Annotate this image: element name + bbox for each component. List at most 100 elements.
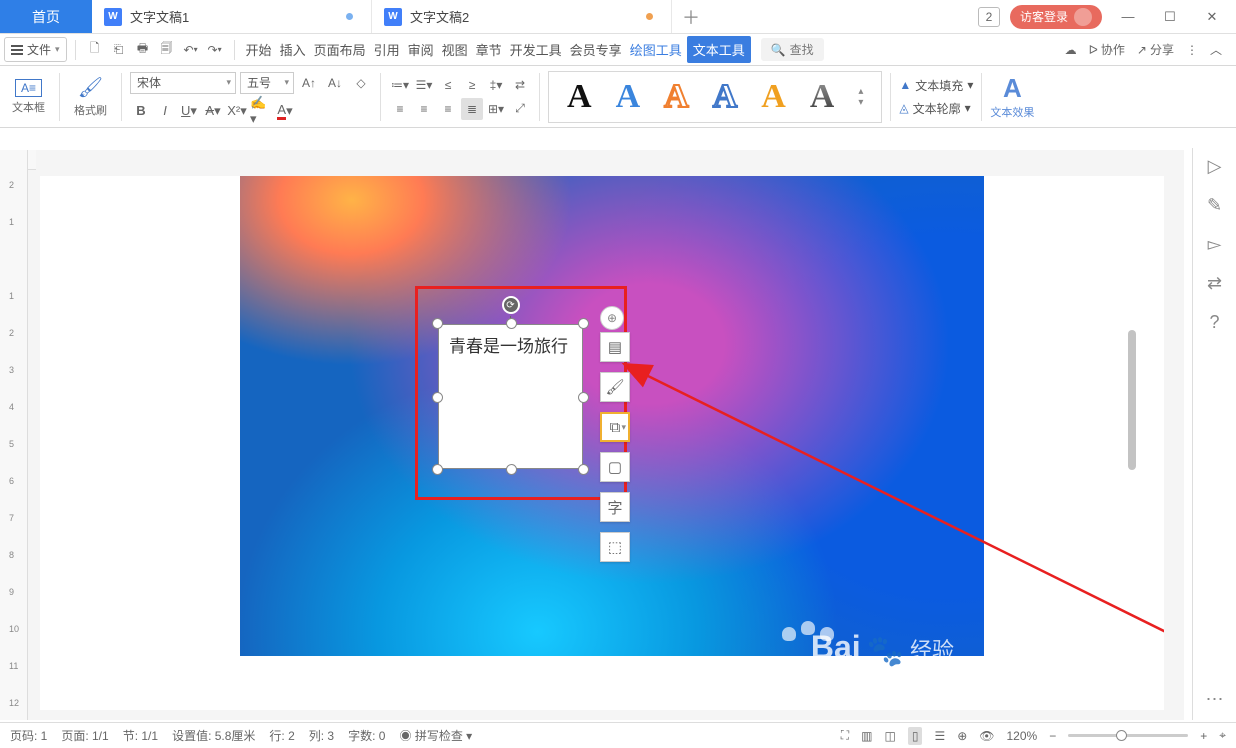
fit-button[interactable]: ⌖ — [1219, 728, 1226, 743]
view-read-button[interactable]: ▯ — [908, 727, 923, 745]
bullets-button[interactable]: ≔▾ — [389, 74, 411, 96]
copy-button[interactable]: 🗐 — [156, 39, 178, 61]
file-menu[interactable]: 文件 ▾ — [4, 37, 67, 62]
menu-draw-tools[interactable]: 绘图工具 — [627, 36, 685, 63]
fill-color-button[interactable]: 🖌 — [600, 372, 630, 402]
menu-vip[interactable]: 会员专享 — [567, 36, 625, 63]
scrollbar-thumb[interactable] — [1128, 330, 1136, 470]
status-row[interactable]: 行: 2 — [269, 727, 294, 744]
textbox-content[interactable]: 青春是一场旅行 — [438, 324, 583, 469]
resize-handle-w[interactable] — [432, 392, 443, 403]
save-button[interactable]: 🗋 — [84, 39, 106, 61]
outline-button[interactable]: ▢ — [600, 452, 630, 482]
view-web-button[interactable]: ☰ — [934, 729, 945, 743]
distribute-button[interactable]: ⊞▾ — [485, 98, 507, 120]
line-spacing-button[interactable]: ‡▾ — [485, 74, 507, 96]
align-center-button[interactable]: ≡ — [413, 98, 435, 120]
guest-login-button[interactable]: 访客登录 — [1010, 5, 1102, 29]
print-preview-button[interactable]: ⎗ — [108, 39, 130, 61]
text-direction-button[interactable]: ⇄ — [509, 74, 531, 96]
resize-handle-s[interactable] — [506, 464, 517, 475]
menu-section[interactable]: 章节 — [473, 36, 505, 63]
status-chars[interactable]: 字数: 0 — [348, 727, 385, 744]
zoom-value[interactable]: 120% — [1007, 729, 1038, 743]
status-section[interactable]: 节: 1/1 — [123, 727, 158, 744]
status-setval[interactable]: 设置值: 5.8厘米 — [172, 727, 255, 744]
rotate-handle[interactable]: ⟳ — [502, 296, 520, 314]
increase-font-button[interactable]: A↑ — [298, 72, 320, 94]
superscript-button[interactable]: X²▾ — [226, 100, 248, 122]
status-page-no[interactable]: 页码: 1 — [10, 727, 47, 744]
zoom-thumb[interactable] — [1116, 730, 1127, 741]
view-print-button[interactable]: ▥ — [861, 729, 872, 743]
wordart-style-1[interactable]: A — [567, 78, 592, 116]
font-family-select[interactable]: 宋体 — [130, 72, 236, 94]
new-tab-button[interactable]: ＋ — [672, 0, 710, 33]
collapse-ribbon-button[interactable]: ︿ — [1210, 41, 1222, 58]
resize-handle-se[interactable] — [578, 464, 589, 475]
wrap-text-button[interactable]: ▤ — [600, 332, 630, 362]
search-box[interactable]: 🔍 查找 — [761, 38, 824, 61]
help-icon[interactable]: ? — [1209, 312, 1219, 333]
view-outline-button[interactable]: ◫ — [884, 729, 895, 743]
zoom-out-button[interactable]: − — [1049, 729, 1056, 743]
zoom-slider[interactable] — [1068, 734, 1188, 737]
clear-format-button[interactable]: ◇ — [350, 72, 372, 94]
align-left-button[interactable]: ≡ — [389, 98, 411, 120]
resize-handle-sw[interactable] — [432, 464, 443, 475]
menu-insert[interactable]: 插入 — [277, 36, 309, 63]
textbox-style-button[interactable]: ⬚ — [600, 532, 630, 562]
align-right-button[interactable]: ≡ — [437, 98, 459, 120]
print-button[interactable]: 🖶 — [132, 39, 154, 61]
menu-review[interactable]: 审阅 — [405, 36, 437, 63]
wordart-style-2[interactable]: A — [616, 78, 641, 116]
text-outline-button[interactable]: ◬ 文本轮廓 ▾ — [899, 100, 973, 117]
indent-dec-button[interactable]: ≤ — [437, 74, 459, 96]
menu-page-layout[interactable]: 页面布局 — [311, 36, 369, 63]
triangle-icon[interactable]: ▷ — [1208, 156, 1222, 177]
wordart-style-3[interactable]: A — [664, 78, 689, 116]
redo-button[interactable]: ↷▾ — [204, 39, 226, 61]
resize-handle-ne[interactable] — [578, 318, 589, 329]
cloud-button[interactable]: ☁ — [1065, 43, 1077, 57]
indent-inc-button[interactable]: ≥ — [461, 74, 483, 96]
resize-handle-nw[interactable] — [432, 318, 443, 329]
float-layout-button[interactable]: ⊕ — [600, 306, 624, 330]
collab-button[interactable]: ᐅ 协作 — [1089, 41, 1125, 58]
view-focus-button[interactable]: ⊕ — [957, 729, 967, 743]
share-button[interactable]: ↗ 分享 — [1137, 41, 1174, 58]
text-fill-button[interactable]: ▲ 文本填充 ▾ — [899, 77, 973, 94]
highlight-button[interactable]: ✍▾ — [250, 100, 272, 122]
font-size-select[interactable]: 五号 — [240, 72, 294, 94]
document-canvas[interactable]: ⟳ 青春是一场旅行 ⊕ ▤ 🖌 ⧉ ▢ 字 ⬚ — [40, 176, 1164, 710]
wordart-style-4[interactable]: A — [713, 78, 738, 116]
select-icon[interactable]: ▻ — [1208, 234, 1222, 255]
document-tab-2[interactable]: W 文字文稿2 — [372, 0, 672, 33]
wordart-gallery[interactable]: A A A A A A ▴▾ — [548, 71, 882, 123]
text-effects-button[interactable]: A 文本效果 — [990, 73, 1034, 120]
menu-text-tools[interactable]: 文本工具 — [687, 36, 751, 63]
font-style-button[interactable]: 字 — [600, 492, 630, 522]
menu-devtools[interactable]: 开发工具 — [507, 36, 565, 63]
notification-badge[interactable]: 2 — [978, 7, 1000, 27]
maximize-button[interactable]: ☐ — [1154, 6, 1186, 28]
fullscreen-button[interactable]: ⛶ — [841, 728, 849, 743]
underline-button[interactable]: U▾ — [178, 100, 200, 122]
resize-handle-n[interactable] — [506, 318, 517, 329]
more-icon[interactable]: ⋯ — [1206, 689, 1224, 710]
gallery-more-icon[interactable]: ▴▾ — [858, 86, 863, 108]
shape-fill-button[interactable]: ⧉ — [600, 412, 630, 442]
close-button[interactable]: ✕ — [1196, 6, 1228, 28]
wordart-style-6[interactable]: A — [810, 78, 835, 116]
menu-view[interactable]: 视图 — [439, 36, 471, 63]
font-color-button[interactable]: A▾ — [274, 100, 296, 122]
decrease-font-button[interactable]: A↓ — [324, 72, 346, 94]
format-brush-tool[interactable]: 🖌 格式刷 — [68, 68, 113, 126]
settings-icon[interactable]: ⇄ — [1207, 273, 1222, 294]
edit-icon[interactable]: ✎ — [1207, 195, 1222, 216]
paragraph-dialog-button[interactable]: ⤢ — [509, 98, 531, 120]
italic-button[interactable]: I — [154, 100, 176, 122]
textbox-tool[interactable]: A≡ 文本框 — [6, 68, 51, 126]
resize-handle-e[interactable] — [578, 392, 589, 403]
zoom-in-button[interactable]: + — [1200, 729, 1207, 743]
